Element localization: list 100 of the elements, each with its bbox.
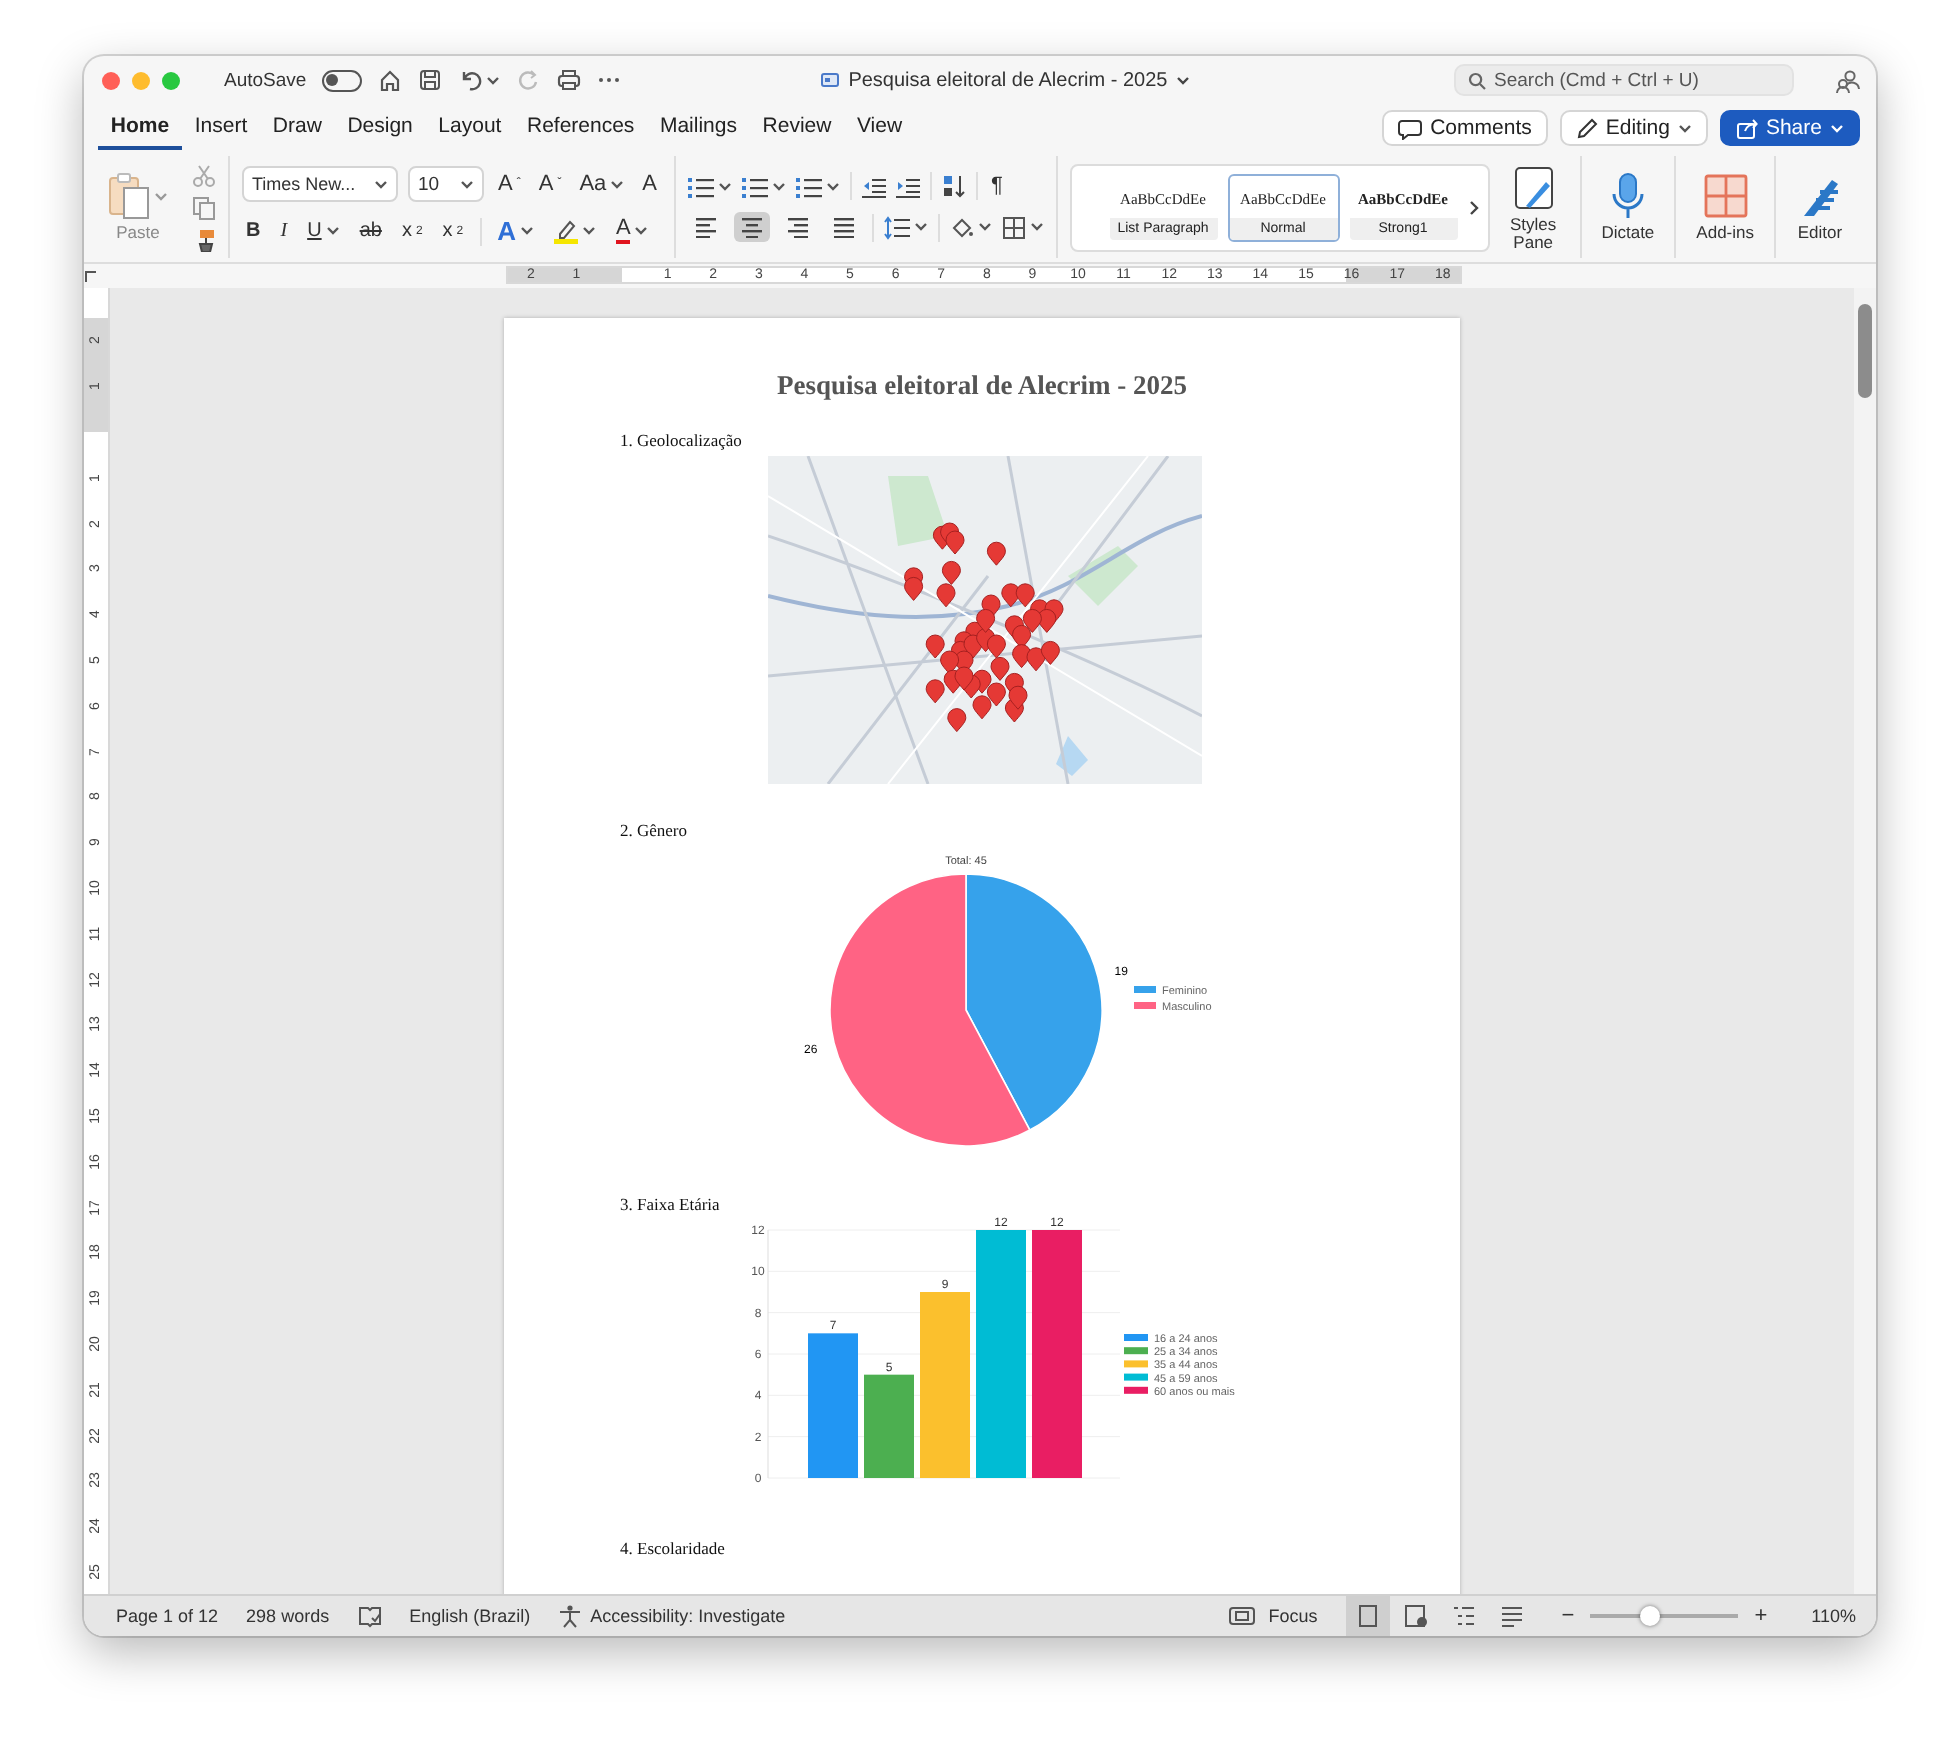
align-left-icon xyxy=(693,216,717,238)
section-heading: 4. Escolaridade xyxy=(620,1538,727,1558)
legend-swatch xyxy=(1123,1347,1147,1355)
font-name-dropdown[interactable]: Times New... xyxy=(242,166,398,202)
align-center-button[interactable] xyxy=(733,212,769,242)
caret-icon[interactable] xyxy=(977,222,991,232)
caret-icon[interactable] xyxy=(1677,123,1692,133)
chevron-right-icon[interactable] xyxy=(1467,199,1479,215)
strikethrough-button[interactable]: ab xyxy=(355,219,386,243)
bold-button[interactable]: B xyxy=(242,219,265,243)
text-effects-button[interactable]: A xyxy=(493,214,539,248)
more-icon[interactable] xyxy=(598,76,621,84)
speech-bubble-icon xyxy=(1398,117,1423,139)
accessibility-status[interactable]: Accessibility: Investigate xyxy=(590,1606,786,1626)
ribbon-tab[interactable]: Design xyxy=(334,107,426,149)
tab-selector-icon[interactable] xyxy=(84,269,98,283)
document-title: Pesquisa eleitoral de Alecrim - 2025 xyxy=(848,69,1168,91)
caret-icon[interactable] xyxy=(1029,222,1043,232)
numbering-icon[interactable] xyxy=(741,175,767,197)
legend-swatch xyxy=(1123,1386,1147,1394)
word-count[interactable]: 298 words xyxy=(246,1606,330,1626)
page-count[interactable]: Page 1 of 12 xyxy=(116,1606,219,1626)
autosave-label: AutoSave xyxy=(224,69,307,91)
people-icon[interactable] xyxy=(1834,67,1860,93)
autosave-toggle[interactable] xyxy=(322,69,363,91)
comments-button[interactable]: Comments xyxy=(1382,110,1548,146)
show-formatting-button[interactable]: ¶ xyxy=(987,173,1007,199)
caret-icon[interactable] xyxy=(825,181,839,191)
legend-swatch xyxy=(1134,1002,1156,1009)
grow-font-button[interactable]: A$^{ˆ}$ xyxy=(494,171,525,197)
ribbon-tab[interactable]: Home xyxy=(98,107,182,149)
language-label[interactable]: English (Brazil) xyxy=(409,1606,531,1626)
caret-icon[interactable] xyxy=(486,75,501,85)
zoom-percentage: 110% xyxy=(1811,1606,1856,1626)
editing-button[interactable]: Editing xyxy=(1559,110,1708,146)
highlight-color-button[interactable] xyxy=(550,216,601,246)
share-button[interactable]: Share xyxy=(1719,110,1860,146)
legend-swatch xyxy=(1123,1334,1147,1341)
ribbon-tab[interactable]: Layout xyxy=(425,107,515,149)
multilevel-list-icon[interactable] xyxy=(795,175,821,197)
paint-bucket-icon[interactable] xyxy=(949,215,973,239)
print-layout-button[interactable] xyxy=(1345,1596,1390,1636)
proofing-book-icon[interactable] xyxy=(357,1605,382,1627)
caret-icon[interactable] xyxy=(582,226,597,236)
document-icon xyxy=(820,70,841,90)
zoom-in-button[interactable]: + xyxy=(1754,1604,1768,1628)
zoom-out-button[interactable]: − xyxy=(1561,1604,1575,1628)
decrease-indent-icon[interactable] xyxy=(861,175,885,197)
close-button[interactable] xyxy=(102,71,120,89)
focus-icon[interactable] xyxy=(1228,1606,1257,1626)
sort-icon[interactable] xyxy=(941,174,965,198)
caret-icon[interactable] xyxy=(717,181,731,191)
legend-swatch xyxy=(1123,1373,1147,1381)
focus-button[interactable]: Focus xyxy=(1268,1606,1318,1626)
caret-icon[interactable] xyxy=(1175,75,1190,85)
ribbon-tab[interactable]: View xyxy=(844,107,915,149)
caret-icon[interactable] xyxy=(634,226,649,236)
scrollbar[interactable] xyxy=(1854,288,1876,1594)
add-ins-button[interactable]: Add-ins xyxy=(1688,172,1762,242)
web-layout-icon xyxy=(1403,1604,1428,1628)
underline-button[interactable]: U xyxy=(303,219,344,243)
home-icon[interactable] xyxy=(378,68,403,92)
align-right-icon xyxy=(785,216,809,238)
accessibility-icon[interactable] xyxy=(558,1604,583,1628)
search-field[interactable]: Search (Cmd + Ctrl + U) xyxy=(1454,64,1794,96)
caret-icon[interactable] xyxy=(374,179,388,189)
editor-button[interactable]: Editor xyxy=(1788,172,1852,242)
caret-icon[interactable] xyxy=(913,222,927,232)
align-center-icon xyxy=(739,216,763,238)
ribbon-tab[interactable]: Insert xyxy=(181,107,261,149)
document-heading: Pesquisa eleitoral de Alecrim - 2025 xyxy=(774,370,1190,402)
font-size-dropdown[interactable]: 10 xyxy=(408,166,484,202)
change-case-button[interactable]: Aa xyxy=(575,171,629,197)
share-icon xyxy=(1735,117,1758,139)
undo-icon[interactable] xyxy=(458,68,483,92)
line-spacing-icon[interactable] xyxy=(883,215,909,239)
clear-formatting-button[interactable]: A xyxy=(638,171,661,197)
caret-icon[interactable] xyxy=(460,179,474,189)
italic-button[interactable]: I xyxy=(276,219,292,243)
legend-swatch xyxy=(1134,986,1156,993)
ribbon-tab[interactable]: Review xyxy=(749,107,845,149)
ribbon-tab[interactable]: Mailings xyxy=(647,107,750,149)
borders-icon[interactable] xyxy=(1001,215,1025,239)
shrink-font-button[interactable]: A$^{ˇ}$ xyxy=(534,171,566,197)
print-icon[interactable] xyxy=(556,68,583,92)
ribbon-tab[interactable]: References xyxy=(514,107,648,149)
increase-indent-icon[interactable] xyxy=(895,175,919,197)
font-color-button[interactable]: A xyxy=(612,216,653,246)
caret-icon[interactable] xyxy=(610,179,625,189)
dictate-button[interactable]: Dictate xyxy=(1593,172,1663,242)
styles-pane-button[interactable]: Styles Pane xyxy=(1499,163,1568,251)
add-ins-grid-icon xyxy=(1701,172,1750,221)
copy-icon[interactable] xyxy=(192,195,216,219)
bullets-icon[interactable] xyxy=(687,175,713,197)
section-heading: 1. Geolocalização xyxy=(620,430,744,450)
caret-icon[interactable] xyxy=(325,226,340,236)
ribbon-tab[interactable]: Draw xyxy=(260,107,335,149)
caret-icon[interactable] xyxy=(520,226,535,236)
caret-icon[interactable] xyxy=(771,181,785,191)
save-icon[interactable] xyxy=(418,68,443,92)
